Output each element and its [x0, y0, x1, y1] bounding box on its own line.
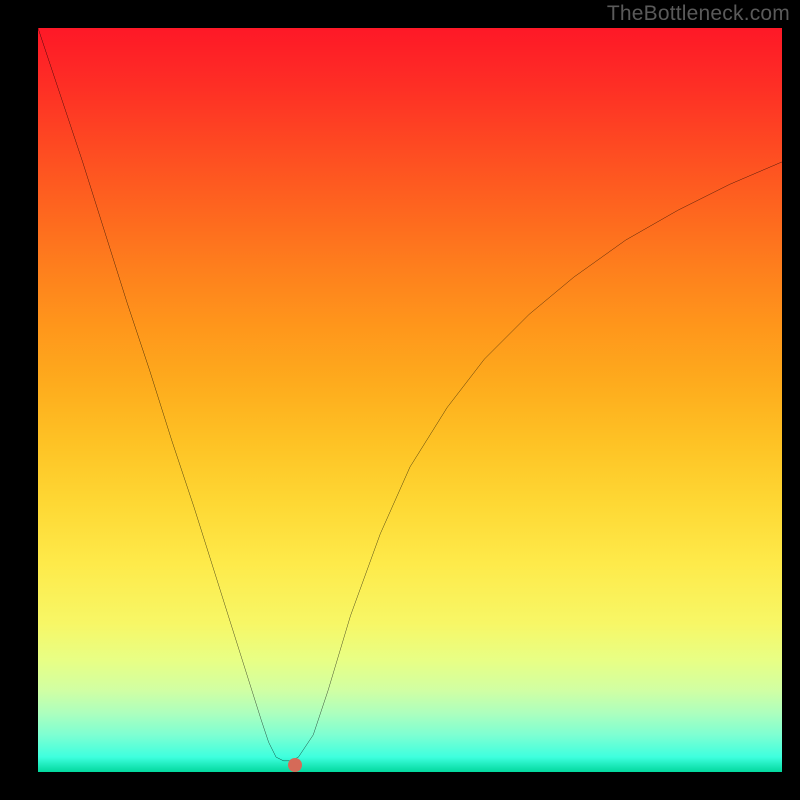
curve-svg	[38, 28, 782, 772]
optimum-marker	[288, 758, 302, 772]
chart-frame: TheBottleneck.com	[0, 0, 800, 800]
watermark-text: TheBottleneck.com	[607, 2, 790, 26]
bottleneck-curve	[38, 28, 782, 761]
plot-area	[38, 28, 782, 772]
